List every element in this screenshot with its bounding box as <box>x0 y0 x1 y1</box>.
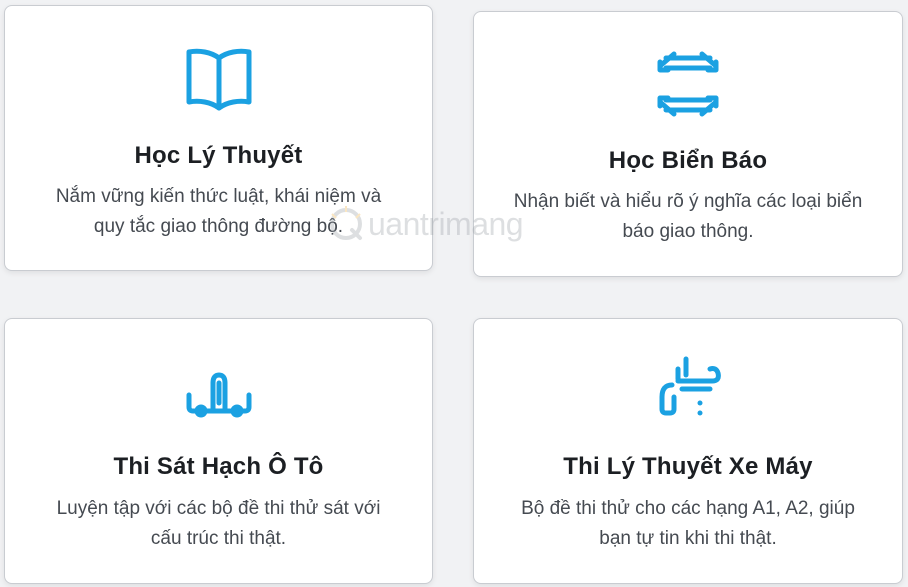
card-description: Bộ đề thi thử cho các hạng A1, A2, giúp … <box>504 494 872 554</box>
card-description-line: quy tắc giao thông đường bộ. <box>93 216 344 237</box>
motorbike-test-icon <box>659 356 721 416</box>
card-description-line: bạn tự tin khi thi thật. <box>599 528 777 549</box>
card-description-line: cấu trúc thi thật. <box>150 528 287 549</box>
card-title: Học Biển Báo <box>608 147 768 174</box>
card-hoc-ly-thuyet[interactable]: Học Lý Thuyết Nắm vững kiến thức luật, k… <box>4 5 433 271</box>
car-test-icon <box>186 372 251 418</box>
card-description-line: Bộ đề thi thử cho các hạng A1, A2, giúp <box>521 498 855 519</box>
card-thi-sat-hach-o-to[interactable]: Thi Sát Hạch Ô Tô Luyện tập với các bộ đ… <box>4 318 433 584</box>
card-description: Nắm vững kiến thức luật, khái niệm và qu… <box>35 182 402 242</box>
open-book-icon <box>186 48 251 111</box>
card-description: Nhận biết và hiểu rõ ý nghĩa các loại bi… <box>504 187 872 247</box>
card-hoc-bien-bao[interactable]: Học Biển Báo Nhận biết và hiểu rõ ý nghĩ… <box>473 11 903 277</box>
road-sign-arrows-icon <box>657 51 719 117</box>
card-description: Luyện tập với các bộ đề thi thử sát với … <box>35 494 402 554</box>
card-title: Học Lý Thuyết <box>134 142 303 169</box>
card-description-line: Nắm vững kiến thức luật, khái niệm và <box>55 186 382 207</box>
card-description-line: Luyện tập với các bộ đề thi thử sát với <box>56 498 381 519</box>
card-thi-ly-thuyet-xe-may[interactable]: Thi Lý Thuyết Xe Máy Bộ đề thi thử cho c… <box>473 318 903 584</box>
card-title: Thi Lý Thuyết Xe Máy <box>563 453 813 480</box>
card-title: Thi Sát Hạch Ô Tô <box>113 453 324 480</box>
card-description-line: báo giao thông. <box>622 221 754 242</box>
card-description-line: Nhận biết và hiểu rõ ý nghĩa các loại bi… <box>513 191 863 212</box>
